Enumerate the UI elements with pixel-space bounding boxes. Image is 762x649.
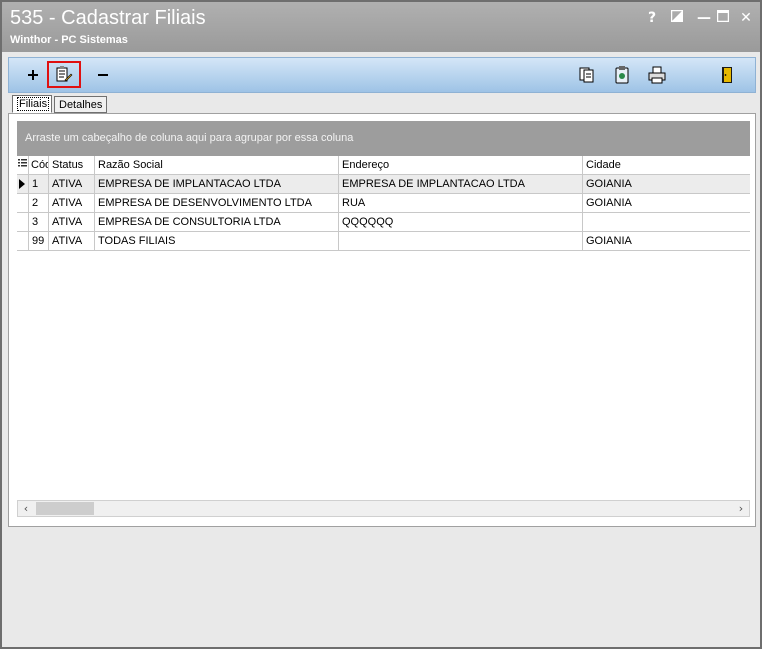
tab-detalhes-label: Detalhes — [59, 99, 103, 111]
toolbar — [8, 57, 756, 93]
cell-endereco[interactable]: QQQQQQ — [339, 213, 583, 232]
cell-razao-social[interactable]: EMPRESA DE CONSULTORIA LTDA — [95, 213, 339, 232]
cell-cidade[interactable]: GOIANIA — [583, 194, 750, 213]
clipboard-icon — [615, 66, 629, 84]
cell-codigo[interactable]: 99 — [29, 232, 49, 251]
row-indicator-icon — [17, 175, 29, 194]
table-row[interactable]: 99 ATIVA TODAS FILIAIS GOIANIA — [17, 232, 750, 251]
cell-status[interactable]: ATIVA — [49, 194, 95, 213]
tab-detalhes[interactable]: Detalhes — [54, 96, 107, 113]
window-subtitle: Winthor - PC Sistemas — [10, 34, 128, 46]
cell-codigo[interactable]: 3 — [29, 213, 49, 232]
row-indicator — [17, 213, 29, 232]
column-header-razao-social[interactable]: Razão Social — [95, 156, 339, 174]
cell-status[interactable]: ATIVA — [49, 213, 95, 232]
remove-button[interactable] — [91, 63, 115, 87]
column-header-endereco[interactable]: Endereço — [339, 156, 583, 174]
grid-header: Código Status Razão Social Endereço Cida… — [17, 156, 750, 175]
cell-codigo[interactable]: 2 — [29, 194, 49, 213]
restore-icon[interactable] — [669, 9, 685, 26]
row-indicator — [17, 194, 29, 213]
plus-icon — [28, 70, 38, 80]
row-indicator — [17, 232, 29, 251]
cell-cidade[interactable] — [583, 213, 750, 232]
exit-door-icon — [722, 67, 732, 83]
cell-codigo[interactable]: 1 — [29, 175, 49, 194]
column-header-codigo[interactable]: Código — [29, 156, 49, 174]
cell-status[interactable]: ATIVA — [49, 175, 95, 194]
horizontal-scrollbar[interactable]: ‹ › — [17, 500, 750, 517]
cell-razao-social[interactable]: EMPRESA DE DESENVOLVIMENTO LTDA — [95, 194, 339, 213]
cell-cidade[interactable]: GOIANIA — [583, 175, 750, 194]
copy-pages-icon — [579, 67, 594, 83]
cell-status[interactable]: ATIVA — [49, 232, 95, 251]
cell-endereco[interactable]: EMPRESA DE IMPLANTACAO LTDA — [339, 175, 583, 194]
window-title: 535 - Cadastrar Filiais — [10, 7, 206, 29]
edit-document-icon — [56, 66, 73, 82]
column-chooser-icon[interactable] — [17, 156, 29, 174]
cell-endereco[interactable]: RUA — [339, 194, 583, 213]
scroll-left-icon[interactable]: ‹ — [18, 501, 34, 516]
help-button[interactable]: ? — [644, 10, 660, 26]
scroll-right-icon[interactable]: › — [733, 501, 749, 516]
minimize-button[interactable]: — — [696, 10, 712, 26]
clipboard-button[interactable] — [610, 63, 634, 87]
cell-razao-social[interactable]: TODAS FILIAIS — [95, 232, 339, 251]
maximize-icon[interactable] — [715, 9, 731, 26]
cell-razao-social[interactable]: EMPRESA DE IMPLANTACAO LTDA — [95, 175, 339, 194]
column-header-status[interactable]: Status — [49, 156, 95, 174]
edit-button[interactable] — [52, 63, 76, 87]
print-button[interactable] — [645, 63, 669, 87]
column-header-cidade[interactable]: Cidade — [583, 156, 750, 174]
table-row[interactable]: 1 ATIVA EMPRESA DE IMPLANTACAO LTDA EMPR… — [17, 175, 750, 194]
grid-panel: Arraste um cabeçalho de coluna aqui para… — [8, 113, 756, 527]
copy-button[interactable] — [575, 63, 599, 87]
table-row[interactable]: 2 ATIVA EMPRESA DE DESENVOLVIMENTO LTDA … — [17, 194, 750, 213]
minus-icon — [98, 74, 108, 76]
table-row[interactable]: 3 ATIVA EMPRESA DE CONSULTORIA LTDA QQQQ… — [17, 213, 750, 232]
cell-cidade[interactable]: GOIANIA — [583, 232, 750, 251]
close-button[interactable]: ✕ — [738, 10, 754, 26]
scrollbar-thumb[interactable] — [36, 502, 94, 515]
printer-icon — [648, 66, 666, 84]
group-by-area[interactable]: Arraste um cabeçalho de coluna aqui para… — [17, 121, 750, 156]
exit-button[interactable] — [715, 63, 739, 87]
add-button[interactable] — [21, 63, 45, 87]
tab-filiais[interactable]: Filiais — [12, 95, 52, 113]
main-window: 535 - Cadastrar Filiais Winthor - PC Sis… — [0, 0, 762, 649]
title-bar: 535 - Cadastrar Filiais Winthor - PC Sis… — [2, 2, 760, 52]
tab-filiais-label: Filiais — [17, 97, 50, 111]
cell-endereco[interactable] — [339, 232, 583, 251]
